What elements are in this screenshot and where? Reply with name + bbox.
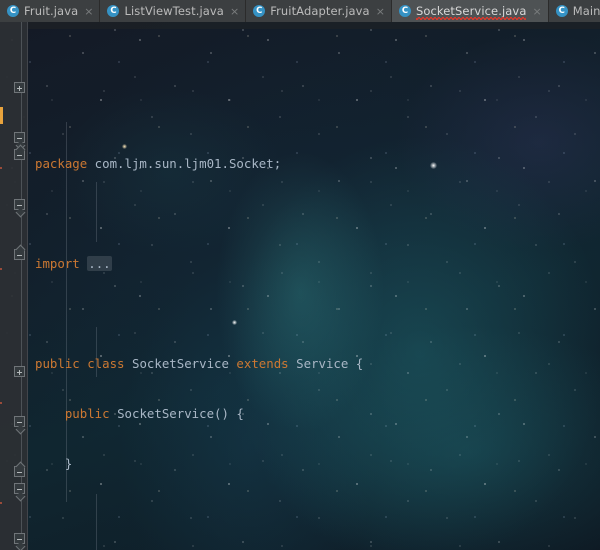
fold-marker-collapse[interactable] bbox=[14, 533, 25, 544]
tab-label: Fruit.java bbox=[24, 4, 79, 18]
tab-label: MainActivity.java bbox=[572, 4, 600, 18]
java-class-icon: C bbox=[253, 5, 266, 17]
java-class-icon: C bbox=[555, 5, 568, 17]
editor-tab-listviewtest[interactable]: C ListViewTest.java × bbox=[100, 0, 247, 22]
code-line[interactable]: package com.ljm.sun.ljm01.Socket; bbox=[28, 156, 600, 173]
editor-tab-bar: C Fruit.java × C ListViewTest.java × C F… bbox=[0, 0, 600, 23]
tab-label: SocketService.java bbox=[415, 4, 527, 20]
fold-marker-expand[interactable] bbox=[14, 366, 25, 377]
fold-marker-collapse[interactable] bbox=[14, 149, 25, 160]
code-line[interactable] bbox=[28, 306, 600, 323]
code-content[interactable]: package com.ljm.sun.ljm01.Socket; import… bbox=[28, 22, 600, 550]
error-stripe-mark bbox=[0, 268, 2, 270]
fold-marker-expand[interactable] bbox=[14, 82, 25, 93]
code-line[interactable] bbox=[28, 206, 600, 223]
code-line[interactable]: } bbox=[28, 456, 600, 473]
editor-tab-socketservice[interactable]: C SocketService.java × bbox=[391, 0, 549, 22]
code-line[interactable]: import ... bbox=[28, 255, 600, 273]
editor-tab-mainactivity[interactable]: C MainActivity.java × bbox=[548, 0, 600, 22]
code-line[interactable]: public class SocketService extends Servi… bbox=[28, 356, 600, 373]
java-class-icon: C bbox=[7, 5, 19, 17]
close-icon[interactable]: × bbox=[83, 6, 93, 17]
code-line[interactable] bbox=[28, 506, 600, 523]
vcs-change-marker[interactable] bbox=[0, 107, 3, 124]
code-line[interactable]: public SocketService() { bbox=[28, 406, 600, 423]
error-stripe-mark bbox=[0, 167, 2, 169]
fold-marker-collapse[interactable] bbox=[14, 199, 25, 210]
java-class-icon: C bbox=[107, 5, 120, 17]
editor-tab-fruit[interactable]: C Fruit.java × bbox=[0, 0, 101, 22]
fold-marker-collapse[interactable] bbox=[14, 132, 25, 143]
error-stripe-mark bbox=[0, 502, 2, 504]
ide-window: C Fruit.java × C ListViewTest.java × C F… bbox=[0, 0, 600, 550]
fold-marker-collapse[interactable] bbox=[14, 483, 25, 494]
folded-imports[interactable]: ... bbox=[87, 255, 112, 271]
close-icon[interactable]: × bbox=[375, 6, 385, 17]
tab-label: ListViewTest.java bbox=[124, 4, 224, 18]
fold-marker-collapse[interactable] bbox=[14, 466, 25, 477]
fold-marker-collapse[interactable] bbox=[14, 416, 25, 427]
close-icon[interactable]: × bbox=[531, 6, 541, 17]
fold-marker-collapse[interactable] bbox=[14, 249, 25, 260]
error-stripe-mark bbox=[0, 402, 2, 404]
editor-tab-fruitadapter[interactable]: C FruitAdapter.java × bbox=[246, 0, 392, 22]
close-icon[interactable]: × bbox=[229, 6, 239, 17]
code-editor[interactable]: package com.ljm.sun.ljm01.Socket; import… bbox=[0, 22, 600, 550]
tab-label: FruitAdapter.java bbox=[270, 4, 370, 18]
java-class-icon: C bbox=[398, 5, 411, 17]
